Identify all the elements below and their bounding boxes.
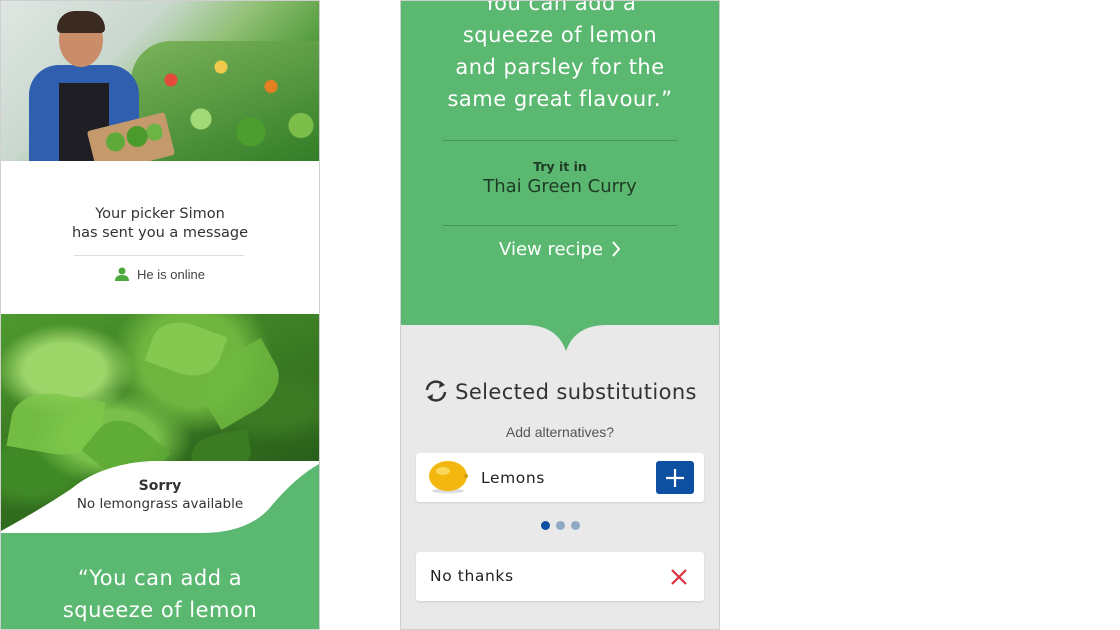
picker-message: Your picker Simon has sent you a message (71, 206, 249, 241)
close-icon[interactable] (670, 568, 688, 586)
recipe-name: Thai Green Curry (483, 176, 637, 197)
sorry-title: Sorry (138, 478, 182, 494)
tip-quote: You can add a squeeze of lemon and parsl… (447, 0, 673, 111)
pagination-dot[interactable] (570, 521, 580, 530)
divider (443, 225, 677, 226)
chevron-right-icon (611, 241, 621, 262)
message-card-left: Your picker Simon has sent you a message… (0, 0, 320, 630)
plus-icon (666, 469, 684, 487)
add-alternatives-prompt: Add alternatives? (505, 424, 615, 440)
online-status: He is online (1, 267, 319, 284)
substitutions-title: Selected substitutions (455, 380, 697, 404)
no-thanks-option[interactable]: No thanks (416, 552, 704, 601)
picker-message-section: Your picker Simon has sent you a message… (1, 161, 319, 314)
add-alternative-button[interactable] (656, 461, 694, 494)
sync-icon (423, 379, 449, 408)
section-notch (401, 324, 719, 351)
tip-quote: “You can add a squeeze of lemon (62, 566, 258, 622)
picker-photo (1, 1, 319, 161)
message-card-right[interactable]: You can add a squeeze of lemon and parsl… (400, 0, 720, 630)
divider (74, 255, 244, 256)
pagination-dot[interactable] (540, 521, 550, 530)
alternative-label: Lemons (481, 469, 545, 487)
no-thanks-label: No thanks (430, 567, 514, 585)
divider (443, 140, 677, 141)
tip-quote-section: “You can add a squeeze of lemon (1, 534, 319, 629)
try-it-label: Try it in (533, 159, 587, 174)
view-recipe-link[interactable]: View recipe (401, 239, 719, 262)
alternative-item-lemons[interactable]: Lemons (416, 453, 704, 502)
unavailable-item-text: No lemongrass available (76, 496, 244, 512)
tip-section: You can add a squeeze of lemon and parsl… (401, 1, 719, 325)
pagination-dot[interactable] (555, 521, 565, 530)
online-status-label: He is online (137, 267, 205, 282)
substitutions-heading: Selected substitutions (401, 379, 719, 408)
carousel-pagination (401, 517, 719, 535)
person-icon (115, 267, 130, 284)
view-recipe-label: View recipe (499, 239, 603, 260)
lemon-icon (428, 460, 468, 494)
picker-avatar (29, 11, 176, 161)
